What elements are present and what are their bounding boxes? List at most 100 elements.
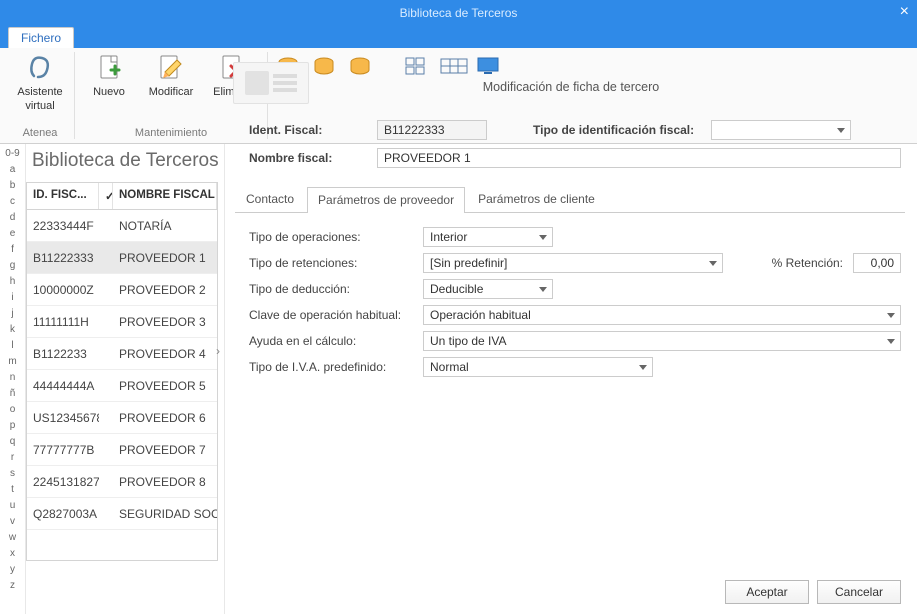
assistant-button[interactable]: Asistente virtual — [14, 52, 66, 112]
table-row[interactable]: US12345678PROVEEDOR 6 — [27, 402, 217, 434]
az-k[interactable]: k — [0, 322, 25, 338]
az-m[interactable]: m — [0, 354, 25, 370]
ayuda-select[interactable]: Un tipo de IVA — [423, 331, 901, 351]
cell-name: NOTARÍA — [113, 219, 217, 233]
az-w[interactable]: w — [0, 530, 25, 546]
proveedor-params: Tipo de operaciones: Interior Tipo de re… — [225, 227, 917, 377]
cell-name: PROVEEDOR 6 — [113, 411, 217, 425]
table-row[interactable]: 44444444A PROVEEDOR 5 — [27, 370, 217, 402]
az-r[interactable]: r — [0, 450, 25, 466]
az-d[interactable]: d — [0, 210, 25, 226]
detail-header: Modificación de ficha de tercero — [225, 80, 917, 94]
new-icon — [93, 52, 125, 84]
table-footer — [27, 530, 217, 560]
az-e[interactable]: e — [0, 226, 25, 242]
accept-button[interactable]: Aceptar — [725, 580, 809, 604]
az-u[interactable]: u — [0, 498, 25, 514]
clave-label: Clave de operación habitual: — [249, 308, 413, 322]
table-row[interactable]: B1122233PROVEEDOR 4 — [27, 338, 217, 370]
tipo-ded-select[interactable]: Deducible — [423, 279, 553, 299]
nuevo-label: Nuevo — [93, 86, 125, 98]
screen-icon[interactable] — [476, 56, 502, 78]
az-b[interactable]: b — [0, 178, 25, 194]
edit-icon — [155, 52, 187, 84]
pct-ret-field[interactable] — [853, 253, 901, 273]
az-l[interactable]: l — [0, 338, 25, 354]
tab-cliente[interactable]: Parámetros de cliente — [467, 186, 606, 212]
grid2-icon[interactable] — [440, 56, 466, 78]
cell-id: 22333444F — [27, 219, 99, 233]
tab-contacto[interactable]: Contacto — [235, 186, 305, 212]
az-v[interactable]: v — [0, 514, 25, 530]
az-s[interactable]: s — [0, 466, 25, 482]
group-label-maintenance: Mantenimiento — [135, 127, 207, 139]
az-q[interactable]: q — [0, 434, 25, 450]
az-c[interactable]: c — [0, 194, 25, 210]
content: 0-9abcdefghijklmnñopqrstuvwxyz Bibliotec… — [0, 144, 917, 614]
assistant-label-2: virtual — [25, 100, 54, 112]
cancel-button[interactable]: Cancelar — [817, 580, 901, 604]
close-icon[interactable]: × — [900, 3, 909, 21]
az-a[interactable]: a — [0, 162, 25, 178]
cell-name: SEGURIDAD SOCIAL — [113, 507, 217, 521]
th-id[interactable]: ID. FISC... — [27, 183, 99, 209]
nombre-label: Nombre fiscal: — [249, 151, 369, 165]
az-ñ[interactable]: ñ — [0, 386, 25, 402]
tipo-id-select[interactable] — [711, 120, 851, 140]
window-title: Biblioteca de Terceros — [400, 6, 518, 20]
cell-id: 10000000Z — [27, 283, 99, 297]
ribbon-tab-fichero[interactable]: Fichero — [8, 27, 74, 48]
cell-id: 11111111H — [27, 315, 99, 329]
modificar-button[interactable]: Modificar — [145, 52, 197, 98]
az-g[interactable]: g — [0, 258, 25, 274]
th-check[interactable]: ✓ — [99, 183, 113, 209]
db-icon-3[interactable] — [348, 56, 374, 78]
az-nav: 0-9abcdefghijklmnñopqrstuvwxyz — [0, 144, 26, 614]
table-row[interactable]: 10000000ZPROVEEDOR 2 — [27, 274, 217, 306]
tipo-id-label: Tipo de identificación fiscal: — [533, 123, 703, 137]
table-row[interactable]: 11111111HPROVEEDOR 3 — [27, 306, 217, 338]
list-title: Biblioteca de Terceros — [26, 144, 218, 182]
clave-select[interactable]: Operación habitual — [423, 305, 901, 325]
table-row[interactable]: Q2827003ASEGURIDAD SOCIAL — [27, 498, 217, 530]
cell-id: 44444444A — [27, 379, 99, 393]
az-p[interactable]: p — [0, 418, 25, 434]
table-row[interactable]: 77777777BPROVEEDOR 7 — [27, 434, 217, 466]
az-0-9[interactable]: 0-9 — [0, 146, 25, 162]
az-y[interactable]: y — [0, 562, 25, 578]
db-icon-2[interactable] — [312, 56, 338, 78]
nuevo-button[interactable]: Nuevo — [83, 52, 135, 98]
az-x[interactable]: x — [0, 546, 25, 562]
detail-form: Ident. Fiscal: B11222333 Tipo de identif… — [225, 120, 917, 168]
az-i[interactable]: i — [0, 290, 25, 306]
cell-id: 77777777B — [27, 443, 99, 457]
az-z[interactable]: z — [0, 578, 25, 594]
ribbon-group-atenea: Asistente virtual Atenea — [6, 52, 75, 139]
az-n[interactable]: n — [0, 370, 25, 386]
pct-ret-label: % Retención: — [772, 256, 843, 270]
detail-tabs: Contacto Parámetros de proveedor Parámet… — [235, 186, 905, 213]
tipo-op-select[interactable]: Interior — [423, 227, 553, 247]
tipo-ret-label: Tipo de retenciones: — [249, 256, 413, 270]
az-t[interactable]: t — [0, 482, 25, 498]
az-j[interactable]: j — [0, 306, 25, 322]
detail-pane: Modificación de ficha de tercero Ident. … — [224, 144, 917, 614]
table-row[interactable]: 22451318273PROVEEDOR 8 — [27, 466, 217, 498]
az-f[interactable]: f — [0, 242, 25, 258]
az-o[interactable]: o — [0, 402, 25, 418]
ident-label: Ident. Fiscal: — [249, 123, 369, 137]
cell-name: PROVEEDOR 5 — [113, 379, 217, 393]
grid1-icon[interactable] — [404, 56, 430, 78]
table-row[interactable]: 22333444F NOTARÍA — [27, 210, 217, 242]
group-label-atenea: Atenea — [23, 127, 58, 139]
iva-select[interactable]: Normal — [423, 357, 653, 377]
az-h[interactable]: h — [0, 274, 25, 290]
tab-proveedor[interactable]: Parámetros de proveedor — [307, 187, 465, 213]
table-row[interactable]: B11222333PROVEEDOR 1 — [27, 242, 217, 274]
cell-id: B1122233 — [27, 347, 99, 361]
nombre-field[interactable] — [377, 148, 901, 168]
assistant-label-1: Asistente — [17, 86, 62, 98]
ident-field[interactable]: B11222333 — [377, 120, 487, 140]
tipo-ret-select[interactable]: [Sin predefinir] — [423, 253, 723, 273]
th-name[interactable]: NOMBRE FISCAL — [113, 183, 217, 209]
